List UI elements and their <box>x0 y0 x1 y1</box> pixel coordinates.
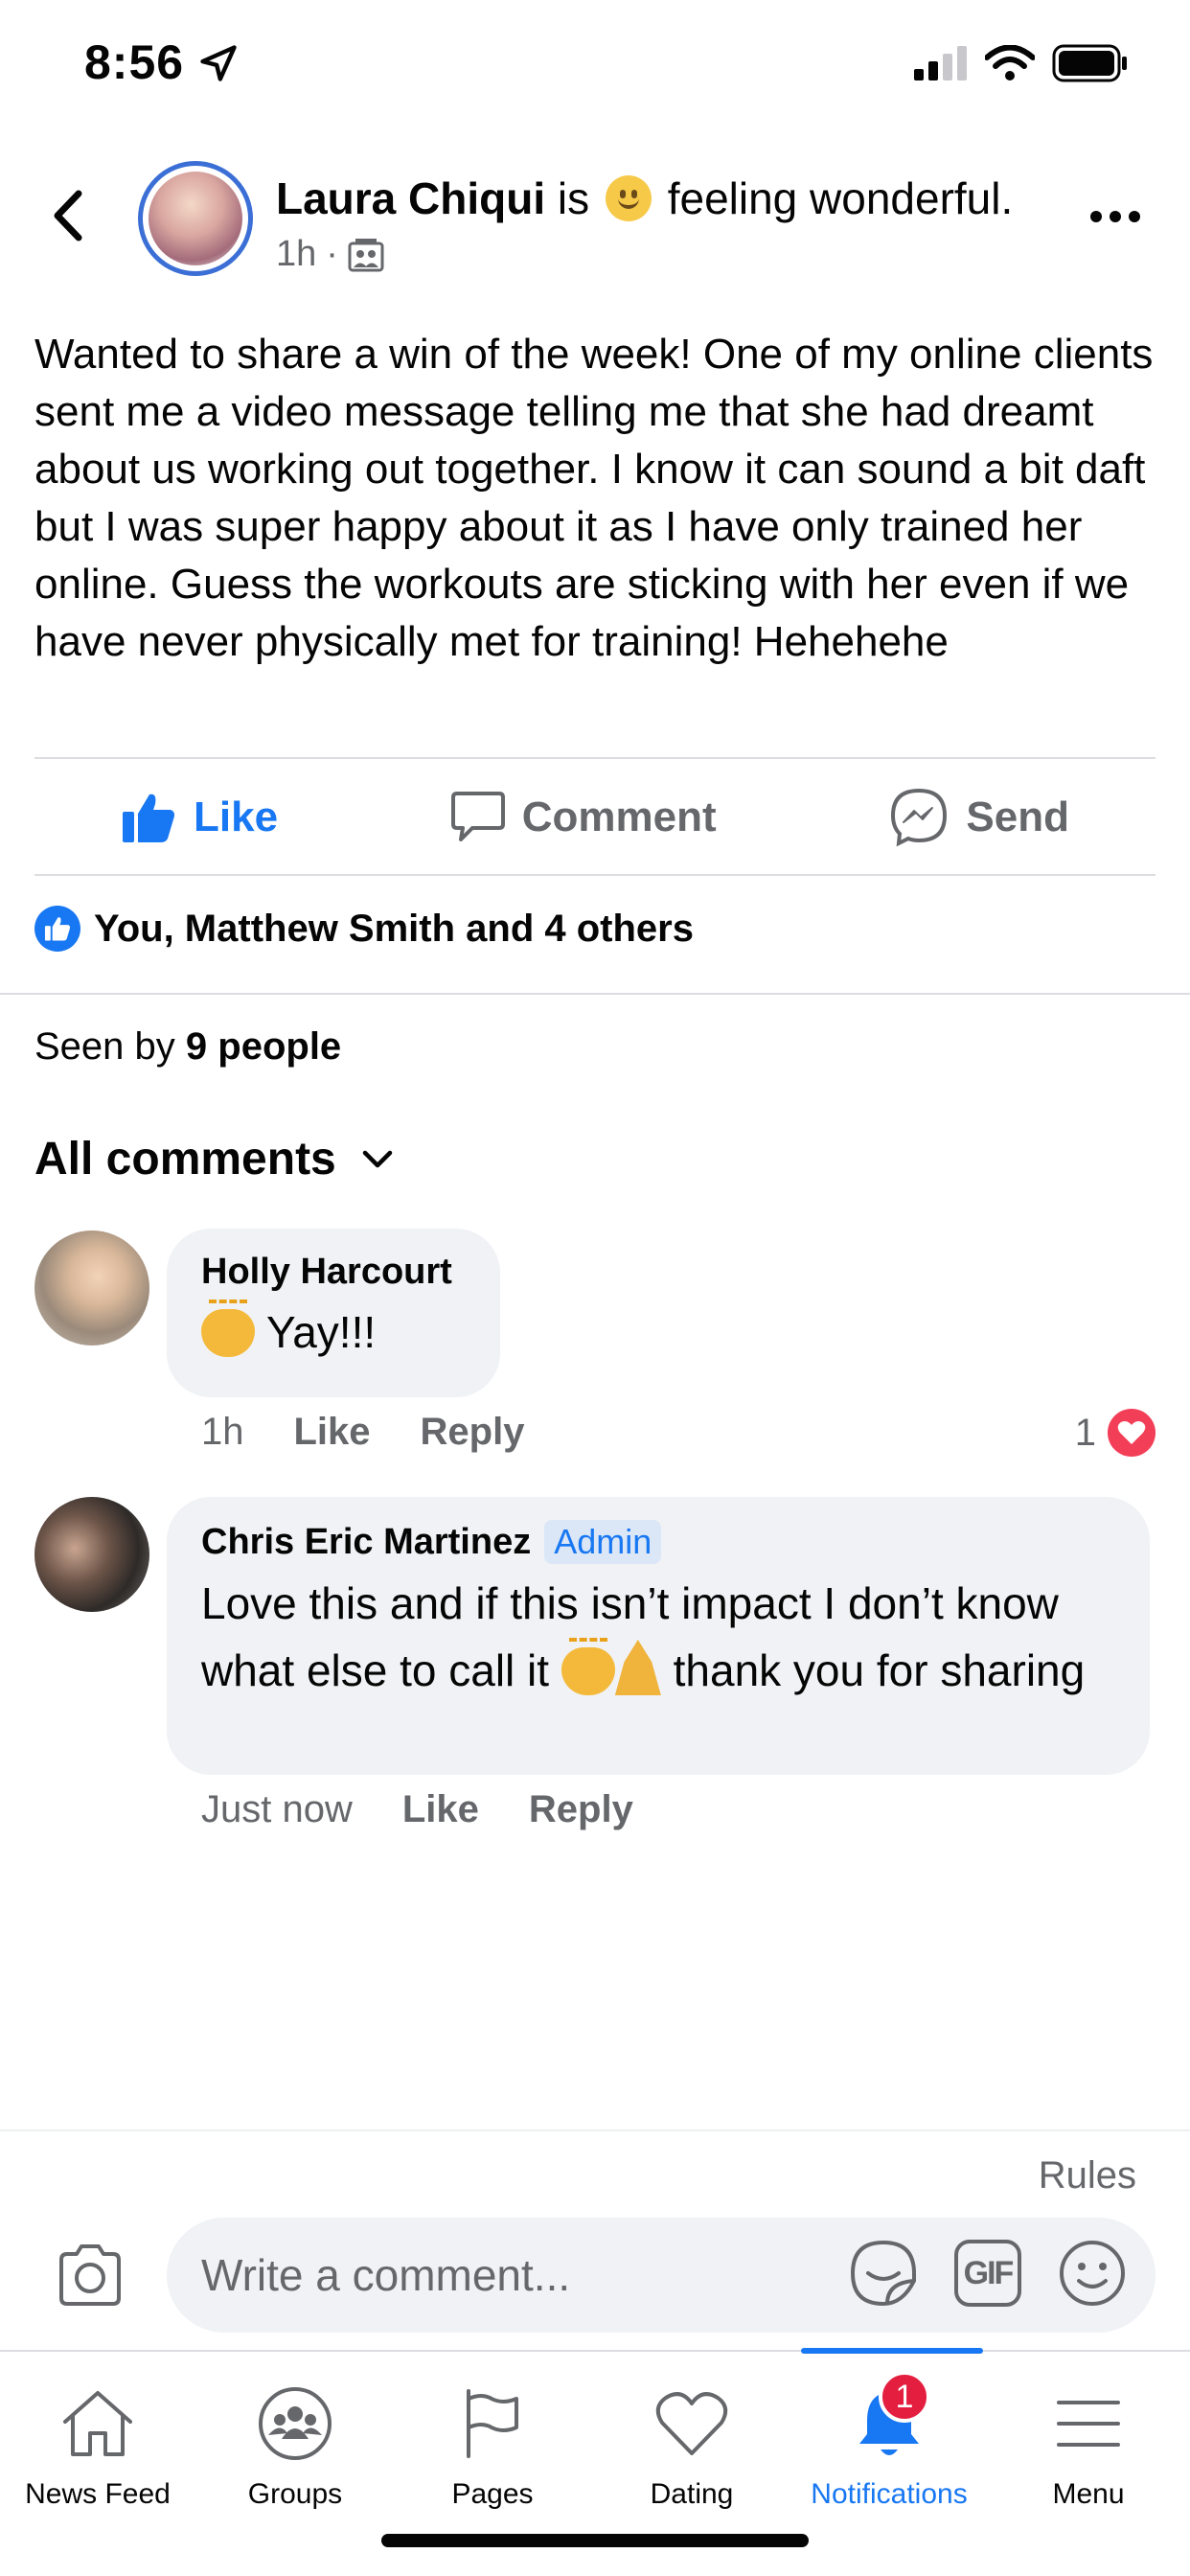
comments-filter[interactable]: All comments <box>34 1133 394 1185</box>
chevron-down-icon <box>362 1150 392 1167</box>
post-actions: Like Comment Send <box>34 759 1156 876</box>
comment-bubble: Chris Eric Martinez Admin Love this and … <box>167 1497 1150 1775</box>
clapping-hands-icon <box>201 1300 255 1357</box>
meta-separator: · <box>326 234 338 274</box>
commenter-name[interactable]: Chris Eric Martinez <box>201 1522 531 1563</box>
send-label: Send <box>966 794 1069 840</box>
comment-reaction-count[interactable]: 1 <box>1075 1409 1156 1457</box>
heart-reaction-icon <box>1108 1409 1156 1457</box>
thumbs-up-icon <box>123 794 174 842</box>
comment-label: Comment <box>521 794 717 840</box>
is-word: is <box>557 173 590 223</box>
reactions-summary[interactable]: You, Matthew Smith and 4 others <box>34 906 694 952</box>
group-audience-icon <box>348 238 384 271</box>
comment-text-after: thank you for sharing <box>673 1645 1086 1695</box>
home-indicator[interactable] <box>381 2534 809 2547</box>
battery-icon <box>1052 44 1127 82</box>
heart-icon <box>649 2380 735 2467</box>
send-button[interactable]: Send <box>803 788 1156 847</box>
comment-like-button[interactable]: Like <box>294 1411 371 1454</box>
comment-time: Just now <box>201 1788 353 1830</box>
tab-label: Dating <box>650 2478 734 2510</box>
comment-time: 1h <box>201 1411 244 1453</box>
feeling-text: feeling wonderful. <box>667 173 1014 223</box>
comment-reply-button[interactable]: Reply <box>421 1411 525 1454</box>
seen-by[interactable]: Seen by 9 people <box>34 1025 341 1069</box>
wifi-icon <box>985 45 1035 80</box>
comment-text: Love this and if this isn’t impact I don… <box>201 1570 1115 1704</box>
emoji-icon[interactable] <box>1058 2239 1127 2308</box>
comment-meta: Just now Like Reply <box>201 1788 633 1831</box>
cellular-signal-icon <box>914 46 967 80</box>
folded-hands-icon <box>614 1640 661 1695</box>
gif-button[interactable]: GIF <box>954 2240 1021 2307</box>
post-time[interactable]: 1h <box>276 234 316 275</box>
camera-icon[interactable] <box>54 2239 126 2312</box>
tab-news-feed[interactable]: News Feed <box>2 2380 194 2511</box>
composer-divider <box>0 2129 1190 2131</box>
bell-icon: 1 <box>846 2371 932 2467</box>
comments-filter-label: All comments <box>34 1134 336 1184</box>
status-time: 8:56 <box>84 35 185 89</box>
post-body: Wanted to share a win of the week! One o… <box>34 331 1154 665</box>
post-meta: 1h · <box>276 234 384 275</box>
groups-icon <box>252 2380 338 2467</box>
commenter-name[interactable]: Holly Harcourt <box>201 1252 466 1293</box>
tab-label: Menu <box>1052 2478 1125 2510</box>
clapping-hands-icon <box>561 1638 615 1695</box>
author-avatar[interactable] <box>138 161 253 276</box>
like-reaction-icon <box>34 906 80 952</box>
tab-label: Pages <box>451 2478 534 2510</box>
seen-by-prefix: Seen by <box>34 1025 175 1068</box>
comment-like-button[interactable]: Like <box>402 1788 479 1831</box>
likes-text: You, Matthew Smith and 4 others <box>94 907 694 950</box>
comment-bubble-icon <box>450 792 505 841</box>
comment-bubble: Holly Harcourt Yay!!! <box>167 1229 500 1397</box>
status-bar: 8:56 <box>0 0 1190 134</box>
tab-notifications[interactable]: 1 Notifications <box>793 2371 985 2511</box>
location-arrow-icon <box>200 45 237 81</box>
rules-link[interactable]: Rules <box>1039 2154 1136 2197</box>
more-options-icon[interactable] <box>1085 197 1146 236</box>
tab-dating[interactable]: Dating <box>596 2380 788 2511</box>
section-divider <box>0 993 1190 995</box>
tab-groups[interactable]: Groups <box>199 2380 391 2511</box>
tab-menu[interactable]: Menu <box>993 2380 1184 2511</box>
comment-meta: 1h Like Reply <box>201 1411 524 1454</box>
smiley-face-icon <box>605 175 652 221</box>
sticker-icon[interactable] <box>849 2239 918 2308</box>
post-title: Laura Chiqui is feeling wonderful. <box>276 172 1013 224</box>
seen-by-count: 9 people <box>185 1025 342 1068</box>
author-name[interactable]: Laura Chiqui <box>276 173 545 223</box>
active-tab-indicator <box>801 2348 983 2354</box>
commenter-avatar[interactable] <box>34 1230 149 1346</box>
admin-badge: Admin <box>544 1520 662 1564</box>
status-indicators <box>914 44 1129 82</box>
divider <box>34 874 1156 876</box>
messenger-icon <box>891 788 948 847</box>
flag-icon <box>449 2380 536 2467</box>
reaction-count-value: 1 <box>1074 1411 1096 1454</box>
tab-label: Notifications <box>811 2478 968 2510</box>
notification-badge: 1 <box>879 2371 930 2423</box>
comment-text: Yay!!! <box>201 1299 466 1366</box>
commenter-name-row: Chris Eric Martinez Admin <box>201 1520 1115 1564</box>
comment-button[interactable]: Comment <box>365 790 803 845</box>
tab-label: News Feed <box>25 2478 171 2510</box>
tab-label: Groups <box>247 2478 343 2510</box>
comment-text-content: Yay!!! <box>265 1307 377 1357</box>
commenter-avatar[interactable] <box>34 1497 149 1612</box>
like-button[interactable]: Like <box>34 791 364 844</box>
like-label: Like <box>194 794 279 840</box>
composer-tools: GIF <box>849 2239 1127 2308</box>
hamburger-menu-icon <box>1045 2380 1132 2467</box>
comment-reply-button[interactable]: Reply <box>529 1788 633 1831</box>
back-chevron-icon[interactable] <box>44 182 92 249</box>
tab-pages[interactable]: Pages <box>397 2380 588 2511</box>
home-icon <box>55 2380 141 2467</box>
